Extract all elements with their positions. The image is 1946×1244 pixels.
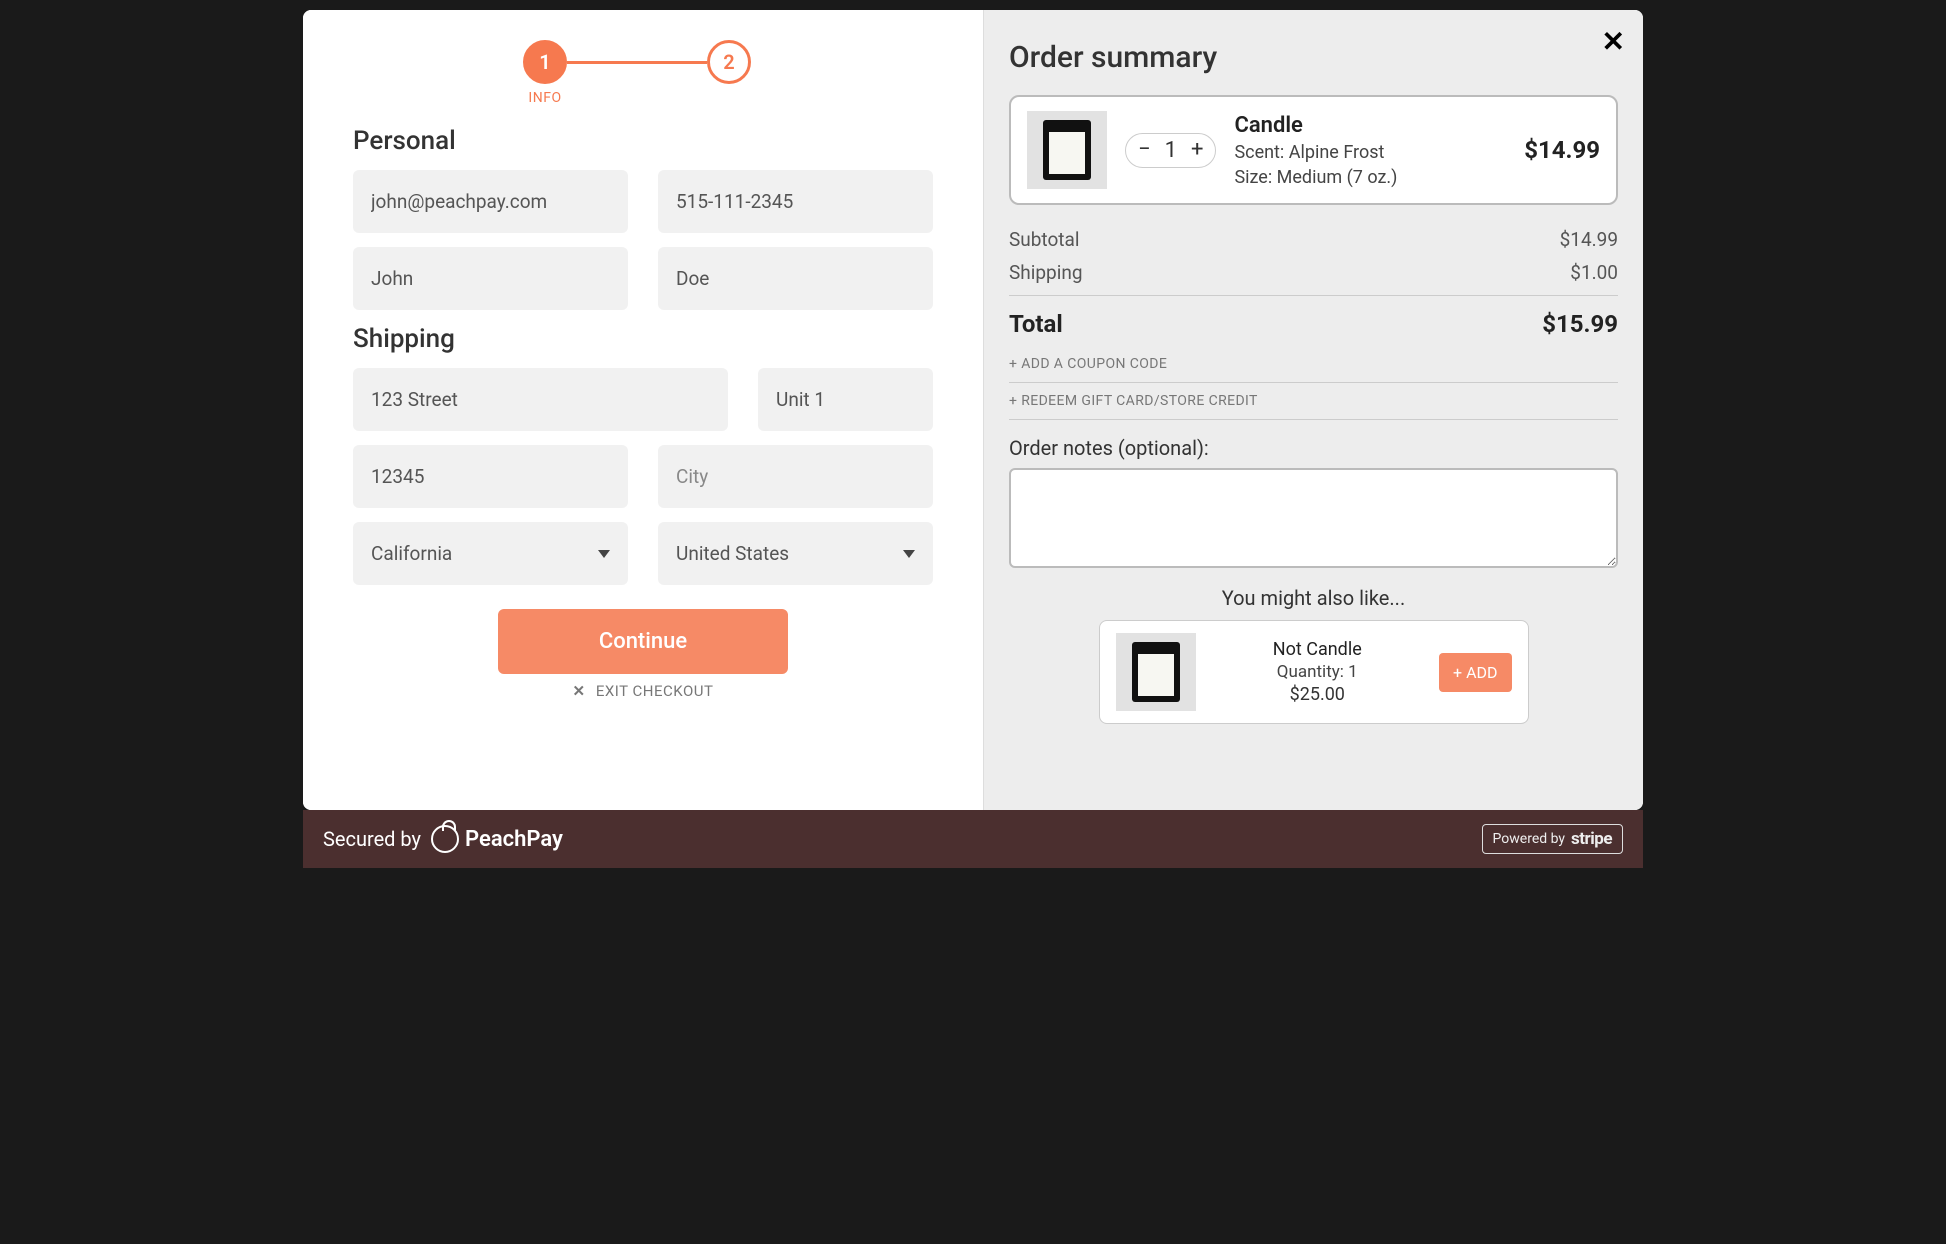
footer-bar: Secured by PeachPay Powered by stripe (303, 810, 1643, 868)
address1-field[interactable] (353, 368, 728, 431)
powered-by-label: Powered by (1493, 831, 1566, 847)
continue-button[interactable]: Continue (498, 609, 788, 674)
subtotal-row: Subtotal $14.99 (1009, 223, 1618, 256)
summary-panel: ✕ Order summary − 1 + Candle Scent: Alpi… (983, 10, 1643, 810)
country-value[interactable] (658, 522, 933, 585)
redeem-giftcard-link[interactable]: + REDEEM GIFT CARD/STORE CREDIT (1009, 383, 1618, 420)
state-select[interactable] (353, 522, 628, 585)
cart-item: − 1 + Candle Scent: Alpine Frost Size: M… (1009, 95, 1618, 205)
upsell-thumbnail (1116, 633, 1196, 711)
chevron-down-icon (903, 550, 915, 558)
product-info: Candle Scent: Alpine Frost Size: Medium … (1234, 113, 1506, 188)
address2-field[interactable] (758, 368, 933, 431)
product-size: Size: Medium (7 oz.) (1234, 167, 1506, 188)
subtotal-label: Subtotal (1009, 228, 1079, 251)
upsell-quantity: Quantity: 1 (1212, 662, 1424, 682)
phone-field[interactable] (658, 170, 933, 233)
close-icon: ✕ (573, 682, 586, 700)
qty-decrement-button[interactable]: − (1138, 139, 1151, 161)
exit-checkout-label: EXIT CHECKOUT (596, 682, 714, 700)
upsell-name: Not Candle (1212, 639, 1424, 660)
last-name-field[interactable] (658, 247, 933, 310)
add-coupon-link[interactable]: + ADD A COUPON CODE (1009, 346, 1618, 383)
progress-stepper: 1 INFO 2 (523, 40, 933, 108)
chevron-down-icon (598, 550, 610, 558)
candle-icon (1043, 120, 1091, 180)
total-row: Total $15.99 (1009, 302, 1618, 346)
step-connector (567, 61, 707, 64)
step-1-circle: 1 (523, 40, 567, 84)
divider (1009, 295, 1618, 296)
peach-icon (431, 825, 459, 853)
upsell-heading: You might also like... (1009, 586, 1618, 610)
product-scent: Scent: Alpine Frost (1234, 142, 1506, 163)
candle-icon (1132, 642, 1180, 702)
checkout-modal: 1 INFO 2 Personal Shipping (303, 10, 1643, 810)
order-notes-label: Order notes (optional): (1009, 436, 1618, 460)
shipping-heading: Shipping (353, 324, 933, 354)
step-1: 1 INFO (523, 40, 567, 108)
first-name-field[interactable] (353, 247, 628, 310)
product-thumbnail (1027, 111, 1107, 189)
brand-name: PeachPay (465, 827, 563, 852)
order-notes-textarea[interactable] (1009, 468, 1618, 568)
step-2: 2 (707, 40, 751, 108)
powered-by-stripe-badge: Powered by stripe (1482, 824, 1623, 854)
total-value: $15.99 (1542, 310, 1618, 338)
exit-checkout-link[interactable]: ✕ EXIT CHECKOUT (353, 682, 933, 700)
upsell-info: Not Candle Quantity: 1 $25.00 (1212, 639, 1424, 705)
totals-section: Subtotal $14.99 Shipping $1.00 Total $15… (1009, 223, 1618, 420)
product-name: Candle (1234, 113, 1506, 138)
country-select[interactable] (658, 522, 933, 585)
total-label: Total (1009, 310, 1063, 338)
stripe-logo: stripe (1571, 829, 1612, 849)
postal-field[interactable] (353, 445, 628, 508)
shipping-label: Shipping (1009, 261, 1083, 284)
step-2-circle: 2 (707, 40, 751, 84)
quantity-stepper[interactable]: − 1 + (1125, 133, 1216, 168)
step-1-label: INFO (528, 90, 561, 108)
email-field[interactable] (353, 170, 628, 233)
upsell-price: $25.00 (1212, 684, 1424, 705)
info-panel: 1 INFO 2 Personal Shipping (303, 10, 983, 810)
upsell-card: Not Candle Quantity: 1 $25.00 + ADD (1099, 620, 1529, 724)
personal-heading: Personal (353, 126, 933, 156)
subtotal-value: $14.99 (1560, 228, 1618, 251)
shipping-row: Shipping $1.00 (1009, 256, 1618, 289)
add-upsell-button[interactable]: + ADD (1439, 653, 1511, 692)
secured-by: Secured by PeachPay (323, 825, 563, 853)
state-value[interactable] (353, 522, 628, 585)
secured-by-label: Secured by (323, 827, 421, 851)
qty-value: 1 (1165, 138, 1177, 163)
order-summary-heading: Order summary (1009, 40, 1618, 75)
city-field[interactable] (658, 445, 933, 508)
shipping-value: $1.00 (1570, 261, 1618, 284)
qty-increment-button[interactable]: + (1191, 139, 1203, 161)
product-price: $14.99 (1524, 136, 1600, 164)
peachpay-brand: PeachPay (431, 825, 563, 853)
close-modal-button[interactable]: ✕ (1602, 28, 1625, 56)
